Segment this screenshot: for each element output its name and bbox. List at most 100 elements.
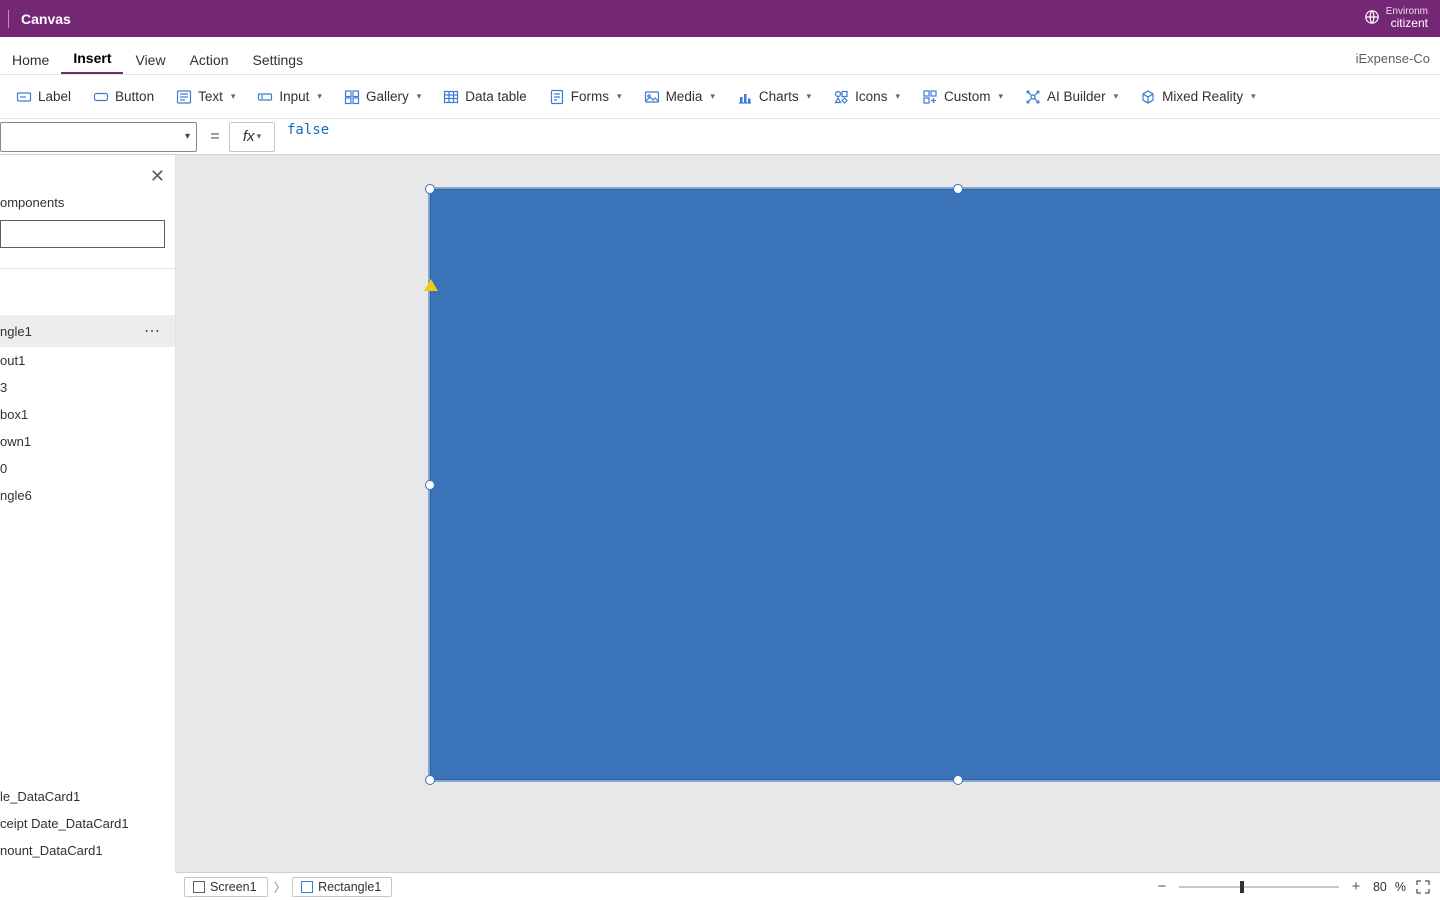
main-area: ✕ omponents ngle1 ⋯ out1 3 box1 own1 0 n… [0, 155, 1440, 872]
fx-label: fx [243, 128, 255, 145]
fx-button[interactable]: fx ▾ [229, 122, 275, 152]
tree-item-label: out1 [0, 353, 25, 368]
status-bar: Screen1 〉 Rectangle1 − + 80 % [176, 872, 1440, 900]
ribbon-input[interactable]: Input ▾ [247, 85, 332, 109]
chevron-down-icon: ▾ [317, 91, 322, 102]
tree-item[interactable]: box1 [0, 401, 175, 428]
ribbon-button-text: Button [115, 89, 154, 104]
title-bar-right: Environm citizent [1364, 6, 1428, 30]
tree-item-label: own1 [0, 434, 31, 449]
canvas-area[interactable]: ▲ ▼ [176, 155, 1440, 872]
ribbon-forms-text: Forms [571, 89, 609, 104]
tree-item[interactable]: own1 [0, 428, 175, 455]
filename-label: iExpense-Co [1346, 43, 1440, 74]
ribbon-datatable[interactable]: Data table [433, 85, 537, 109]
zoom-out-button[interactable]: − [1153, 878, 1171, 895]
spacer [0, 275, 175, 315]
tree-item-label: box1 [0, 407, 28, 422]
tree-tab-components[interactable]: omponents [0, 155, 175, 218]
tree-item[interactable]: ngle6 [0, 482, 175, 509]
ribbon-input-text: Input [279, 89, 309, 104]
ribbon-text[interactable]: Text ▾ [166, 85, 245, 109]
ribbon-mixedreality-text: Mixed Reality [1162, 89, 1243, 104]
resize-handle-tl[interactable] [425, 184, 435, 194]
chevron-down-icon: ▾ [417, 91, 422, 102]
zoom-slider-knob[interactable] [1240, 881, 1244, 893]
tree-item-label: 3 [0, 380, 7, 395]
ribbon-aibuilder[interactable]: AI Builder ▾ [1015, 85, 1128, 109]
icons-icon [833, 89, 849, 105]
zoom-controls: − + 80 % [1153, 878, 1432, 896]
ribbon-button[interactable]: Button [83, 85, 164, 109]
tree-item[interactable]: 0 [0, 455, 175, 482]
resize-handle-bl[interactable] [425, 775, 435, 785]
input-icon [257, 89, 273, 105]
tree-item[interactable]: nount_DataCard1 [0, 837, 175, 864]
fit-to-screen-button[interactable] [1414, 878, 1432, 896]
breadcrumb-label: Screen1 [210, 880, 257, 894]
selected-rectangle[interactable]: ▲ ▼ [428, 187, 1440, 782]
ribbon-label[interactable]: Label [6, 85, 81, 109]
resize-handle-ml[interactable] [425, 480, 435, 490]
tree-view-panel: ✕ omponents ngle1 ⋯ out1 3 box1 own1 0 n… [0, 155, 176, 872]
zoom-percent: % [1395, 880, 1406, 894]
divider [0, 268, 175, 269]
ribbon-mixedreality[interactable]: Mixed Reality ▾ [1130, 85, 1266, 109]
tree-item-label: ngle1 [0, 324, 32, 339]
chevron-down-icon: ▾ [257, 131, 262, 142]
resize-handle-tc[interactable] [953, 184, 963, 194]
text-icon [176, 89, 192, 105]
warning-icon[interactable] [424, 279, 438, 291]
zoom-slider[interactable] [1179, 886, 1339, 888]
breadcrumb-label: Rectangle1 [318, 880, 381, 894]
rectangle-icon [301, 881, 313, 893]
tree-item-label: ngle6 [0, 488, 32, 503]
breadcrumb-screen[interactable]: Screen1 [184, 877, 268, 897]
gallery-icon [344, 89, 360, 105]
zoom-in-button[interactable]: + [1347, 878, 1365, 895]
label-icon [16, 89, 32, 105]
tree-item-label: nount_DataCard1 [0, 843, 103, 858]
tree-item-label: 0 [0, 461, 7, 476]
insert-ribbon: Label Button Text ▾ Input ▾ Gallery ▾ Da… [0, 75, 1440, 119]
search-input[interactable] [0, 220, 165, 248]
ribbon-icons-text: Icons [855, 89, 887, 104]
aibuilder-icon [1025, 89, 1041, 105]
ribbon-aibuilder-text: AI Builder [1047, 89, 1106, 104]
app-title: Canvas [21, 11, 71, 27]
ribbon-custom[interactable]: Custom ▾ [912, 85, 1013, 109]
tab-insert[interactable]: Insert [61, 42, 123, 74]
tree-item[interactable]: le_DataCard1 [0, 783, 175, 810]
tab-view[interactable]: View [123, 44, 177, 74]
breadcrumb-rectangle[interactable]: Rectangle1 [292, 877, 392, 897]
tab-settings[interactable]: Settings [241, 44, 316, 74]
close-icon[interactable]: ✕ [150, 167, 165, 185]
screen-icon [193, 881, 205, 893]
tab-action[interactable]: Action [178, 44, 241, 74]
environment-name: citizent [1386, 17, 1428, 30]
ribbon-icons[interactable]: Icons ▾ [823, 85, 910, 109]
mixedreality-icon [1140, 89, 1156, 105]
title-divider [8, 10, 9, 28]
tree-item[interactable]: ceipt Date_DataCard1 [0, 810, 175, 837]
more-icon[interactable]: ⋯ [144, 321, 171, 341]
title-bar-left: Canvas [0, 0, 71, 37]
tree-item-label: le_DataCard1 [0, 789, 80, 804]
tab-home[interactable]: Home [0, 44, 61, 74]
tree-bottom-group: le_DataCard1 ceipt Date_DataCard1 nount_… [0, 783, 175, 872]
ribbon-forms[interactable]: Forms ▾ [539, 85, 632, 109]
property-dropdown[interactable]: ▾ [0, 122, 197, 152]
resize-handle-bc[interactable] [953, 775, 963, 785]
zoom-level: 80 [1373, 880, 1387, 894]
menu-tabs-row: Home Insert View Action Settings iExpens… [0, 37, 1440, 75]
tree-item[interactable]: out1 [0, 347, 175, 374]
ribbon-charts-text: Charts [759, 89, 799, 104]
chevron-down-icon: ▾ [1251, 91, 1256, 102]
tree-item[interactable]: ngle1 ⋯ [0, 315, 175, 347]
tree-item[interactable]: 3 [0, 374, 175, 401]
ribbon-media[interactable]: Media ▾ [634, 85, 725, 109]
ribbon-gallery[interactable]: Gallery ▾ [334, 85, 431, 109]
chevron-down-icon: ▾ [231, 91, 236, 102]
formula-input[interactable]: false [279, 122, 1440, 152]
ribbon-charts[interactable]: Charts ▾ [727, 85, 821, 109]
